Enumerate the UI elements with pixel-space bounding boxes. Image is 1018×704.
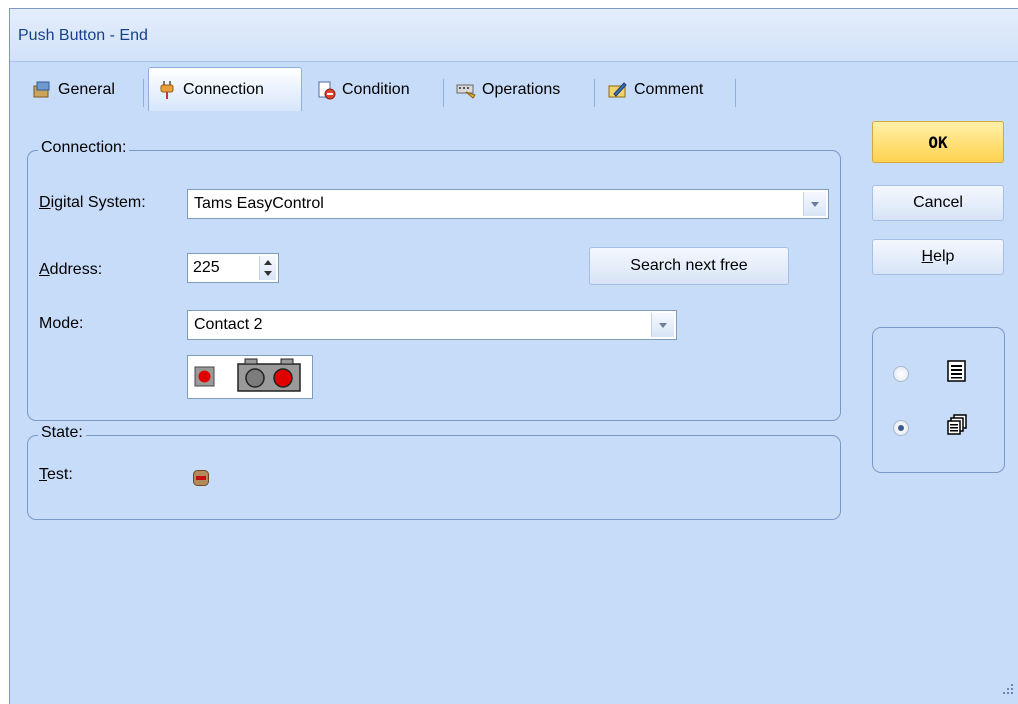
tab-condition[interactable]: Condition — [308, 71, 438, 109]
tab-operations[interactable]: Operations — [448, 71, 588, 109]
connection-group: Connection: Digital System: Tams EasyCon… — [27, 139, 841, 421]
state-group: State: Test: — [27, 424, 841, 520]
tab-operations-label: Operations — [482, 81, 561, 98]
test-indicator-button[interactable] — [193, 470, 209, 486]
cascade-view-radio[interactable] — [893, 420, 909, 436]
state-legend: State: — [38, 424, 86, 442]
list-view-radio[interactable] — [893, 366, 909, 382]
mode-value: Contact 2 — [194, 316, 263, 333]
cascade-view-icon — [946, 414, 968, 441]
comment-icon — [608, 80, 628, 100]
tab-connection-label: Connection — [183, 80, 264, 98]
tab-general-label: General — [58, 81, 115, 98]
list-view-icon — [946, 360, 968, 387]
digital-system-value: Tams EasyControl — [194, 195, 324, 212]
dialog-window: Push Button - End General Connection Con… — [9, 8, 1018, 704]
operations-icon — [456, 80, 476, 100]
address-label: Address: — [39, 261, 103, 278]
chevron-down-icon[interactable] — [651, 313, 674, 337]
mode-select[interactable]: Contact 2 — [187, 310, 677, 340]
general-icon — [32, 80, 52, 100]
digital-system-label: Digital System: — [39, 194, 146, 211]
connection-legend: Connection: — [38, 139, 130, 157]
tab-separator — [735, 79, 736, 107]
spin-arrows-icon[interactable] — [259, 256, 276, 280]
mode-label: Mode: — [39, 315, 84, 332]
tab-comment[interactable]: Comment — [600, 71, 730, 109]
tab-connection[interactable]: Connection — [148, 67, 302, 111]
tab-separator — [443, 79, 444, 107]
title-bar: Push Button - End — [10, 9, 1018, 62]
contact-preview — [187, 355, 313, 399]
test-label: Test: — [39, 466, 73, 483]
contact-indicator-icon — [194, 358, 301, 392]
search-next-free-button[interactable]: Search next free — [589, 247, 789, 285]
help-button[interactable]: Help — [872, 239, 1004, 275]
tab-general[interactable]: General — [24, 71, 132, 109]
view-options-group — [872, 327, 1005, 473]
tab-comment-label: Comment — [634, 81, 704, 98]
digital-system-select[interactable]: Tams EasyControl — [187, 189, 829, 219]
tab-separator — [143, 79, 144, 107]
address-input[interactable]: 225 — [193, 259, 220, 277]
address-spinner[interactable]: 225 — [187, 253, 279, 283]
chevron-down-icon[interactable] — [803, 192, 826, 216]
tab-separator — [594, 79, 595, 107]
cancel-button[interactable]: Cancel — [872, 185, 1004, 221]
resize-grip-icon[interactable] — [1002, 682, 1014, 700]
tab-condition-label: Condition — [342, 81, 410, 98]
ok-button[interactable]: OK — [872, 121, 1004, 163]
window-title: Push Button - End — [18, 27, 148, 44]
plug-icon — [157, 80, 177, 100]
condition-icon — [316, 80, 336, 100]
